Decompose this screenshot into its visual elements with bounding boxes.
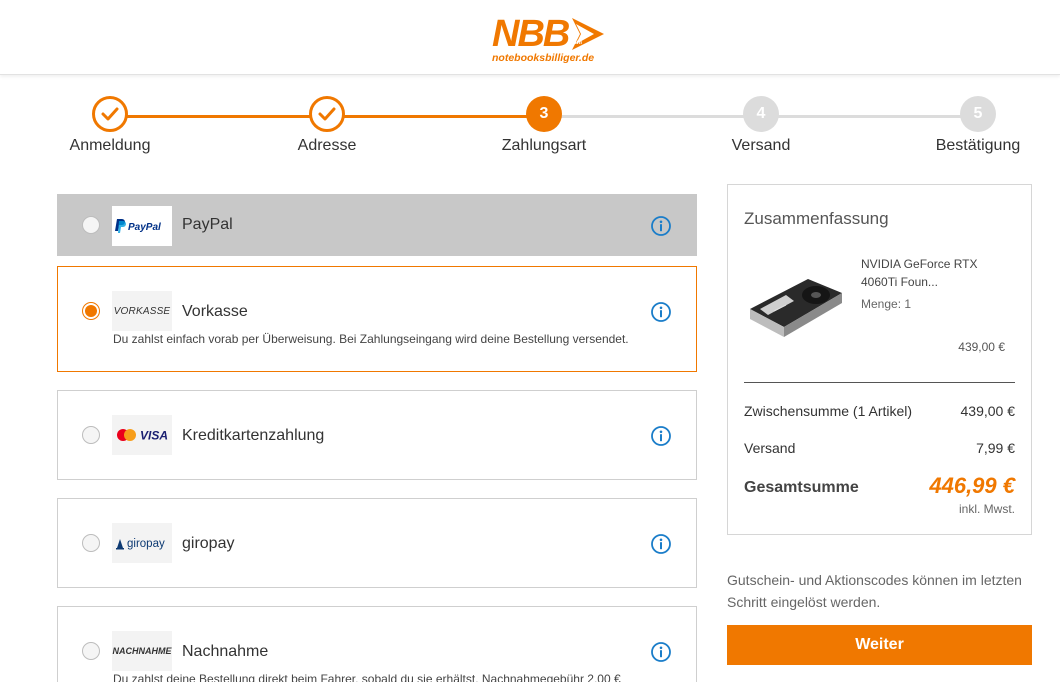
step-number: 3: [526, 96, 562, 132]
payment-name: giropay: [182, 535, 235, 552]
logo-subtitle: notebooksbilliger.de: [492, 52, 594, 64]
info-icon[interactable]: [650, 533, 672, 555]
giropay-icon: giropay: [116, 538, 165, 550]
next-button[interactable]: Weiter: [727, 625, 1032, 665]
step-label: Anmeldung: [69, 137, 151, 154]
step-label: Zahlungsart: [501, 137, 587, 154]
step-label: Versand: [731, 137, 791, 154]
payment-name: Vorkasse: [182, 303, 248, 320]
shipping-value: 7,99 €: [976, 440, 1015, 456]
radio-vorkasse[interactable]: [82, 302, 100, 320]
paypal-logo-text: PayPal: [128, 222, 161, 233]
order-summary: Zusammenfassung NVIDIA GeForce RTX 4060T…: [727, 184, 1032, 535]
info-icon[interactable]: [650, 301, 672, 323]
vorkasse-logo-text: VORKASSE: [113, 305, 171, 317]
voucher-note: Gutschein- und Aktionscodes können im le…: [727, 572, 1022, 610]
radio-nachnahme[interactable]: [82, 642, 100, 660]
radio-kreditkarte[interactable]: [82, 426, 100, 444]
svg-text:NBB: NBB: [492, 13, 570, 55]
mastercard-icon: VISA: [117, 429, 168, 443]
radio-giropay[interactable]: [82, 534, 100, 552]
graphics-card-image[interactable]: [746, 265, 846, 345]
vat-note: inkl. Mwst.: [958, 502, 1015, 516]
checkout-stepper: Anmeldung Adresse 3 Zahlungsart 4 Versan…: [0, 96, 1060, 166]
payment-name: Kreditkartenzahlung: [182, 427, 325, 444]
giropay-logo: giropay: [112, 523, 172, 563]
payment-description: Du zahlst deine Bestellung direkt beim F…: [113, 672, 621, 682]
info-icon[interactable]: [650, 641, 672, 663]
product-quantity: Menge: 1: [861, 297, 912, 311]
total-label: Gesamtsumme: [744, 479, 859, 496]
nachnahme-logo-text: NACHNAHME: [112, 646, 172, 656]
payment-option-kreditkarte[interactable]: VISA Kreditkartenzahlung: [57, 390, 697, 480]
payment-option-giropay[interactable]: giropay giropay: [57, 498, 697, 588]
shipping-label: Versand: [744, 440, 796, 456]
payment-option-paypal[interactable]: PayPal PayPal: [57, 194, 697, 256]
step-number: 4: [743, 96, 779, 132]
step-label: Adresse: [297, 137, 357, 154]
summary-divider: [744, 382, 1015, 383]
total-value: 446,99 €: [929, 473, 1015, 498]
step-number: 5: [960, 96, 996, 132]
product-name[interactable]: NVIDIA GeForce RTX 4060Ti Foun...: [861, 255, 1011, 291]
info-icon[interactable]: [650, 425, 672, 447]
nachnahme-logo: NACHNAHME: [112, 631, 172, 671]
subtotal-value: 439,00 €: [960, 403, 1016, 419]
info-icon[interactable]: [650, 215, 672, 237]
nbb-logo[interactable]: NBB .com notebooksbilliger.de: [492, 10, 604, 66]
step-label: Bestätigung: [935, 137, 1021, 154]
vorkasse-logo: VORKASSE: [112, 291, 172, 331]
subtotal-label: Zwischensumme (1 Artikel): [744, 403, 913, 419]
summary-title: Zusammenfassung: [744, 209, 889, 228]
product-price: 439,00 €: [958, 340, 1005, 354]
paypal-logo: PayPal: [112, 206, 172, 246]
payment-option-vorkasse[interactable]: VORKASSE Vorkasse Du zahlst einfach vora…: [57, 266, 697, 372]
payment-option-nachnahme[interactable]: NACHNAHME Nachnahme Du zahlst deine Best…: [57, 606, 697, 682]
payment-name: PayPal: [182, 216, 233, 233]
creditcard-logo: VISA: [112, 415, 172, 455]
giropay-logo-text: giropay: [127, 538, 165, 550]
check-icon: [309, 96, 345, 132]
check-icon: [92, 96, 128, 132]
payment-name: Nachnahme: [182, 643, 269, 660]
visa-logo-text: VISA: [140, 429, 168, 443]
svg-text:.com: .com: [568, 40, 582, 46]
payment-description: Du zahlst einfach vorab per Überweisung.…: [113, 332, 629, 346]
radio-paypal[interactable]: [82, 216, 100, 234]
header: NBB .com notebooksbilliger.de: [0, 0, 1060, 75]
